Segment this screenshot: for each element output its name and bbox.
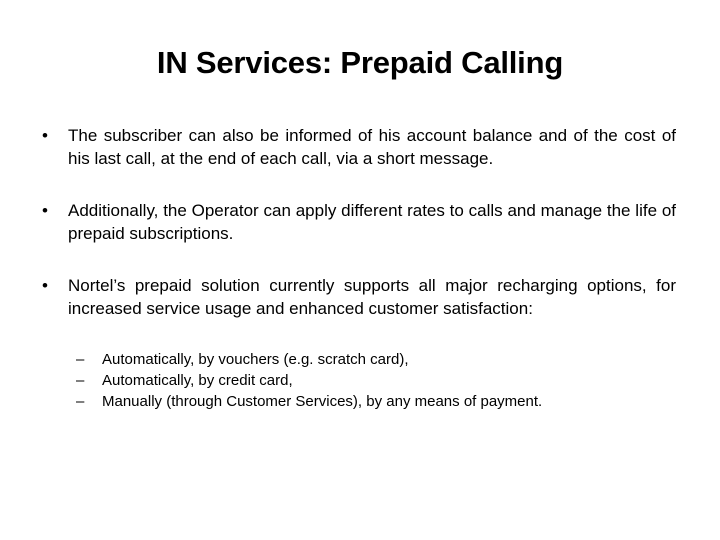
bullet-item: • Nortel’s prepaid solution currently su… <box>40 274 676 320</box>
dash-marker-icon: – <box>76 372 85 389</box>
sub-bullet-text: Manually (through Customer Services), by… <box>102 393 543 410</box>
bullet-marker-icon: • <box>42 201 48 220</box>
slide-canvas: IN Services: Prepaid Calling • The subsc… <box>0 0 720 540</box>
bullet-item: • The subscriber can also be informed of… <box>40 124 676 170</box>
dash-marker-icon: – <box>76 393 85 410</box>
bullet-item: • Additionally, the Operator can apply d… <box>40 199 676 245</box>
sub-bullet-item: – Manually (through Customer Services), … <box>74 391 676 412</box>
bullet-text: Nortel’s prepaid solution currently supp… <box>68 276 676 318</box>
sub-bullet-wrapper: – Automatically, by vouchers (e.g. scrat… <box>40 349 676 412</box>
sub-bullet-list: – Automatically, by vouchers (e.g. scrat… <box>74 349 676 412</box>
dash-marker-icon: – <box>76 351 85 368</box>
slide-body: • The subscriber can also be informed of… <box>40 124 676 412</box>
sub-bullet-text: Automatically, by vouchers (e.g. scratch… <box>102 351 409 368</box>
bullet-marker-icon: • <box>42 276 48 295</box>
bullet-marker-icon: • <box>42 126 48 145</box>
sub-bullet-item: – Automatically, by credit card, <box>74 370 676 391</box>
sub-bullet-text: Automatically, by credit card, <box>102 372 293 389</box>
sub-bullet-item: – Automatically, by vouchers (e.g. scrat… <box>74 349 676 370</box>
bullet-text: The subscriber can also be informed of h… <box>68 126 676 168</box>
page-title: IN Services: Prepaid Calling <box>156 45 564 80</box>
bullet-text: Additionally, the Operator can apply dif… <box>68 201 676 243</box>
